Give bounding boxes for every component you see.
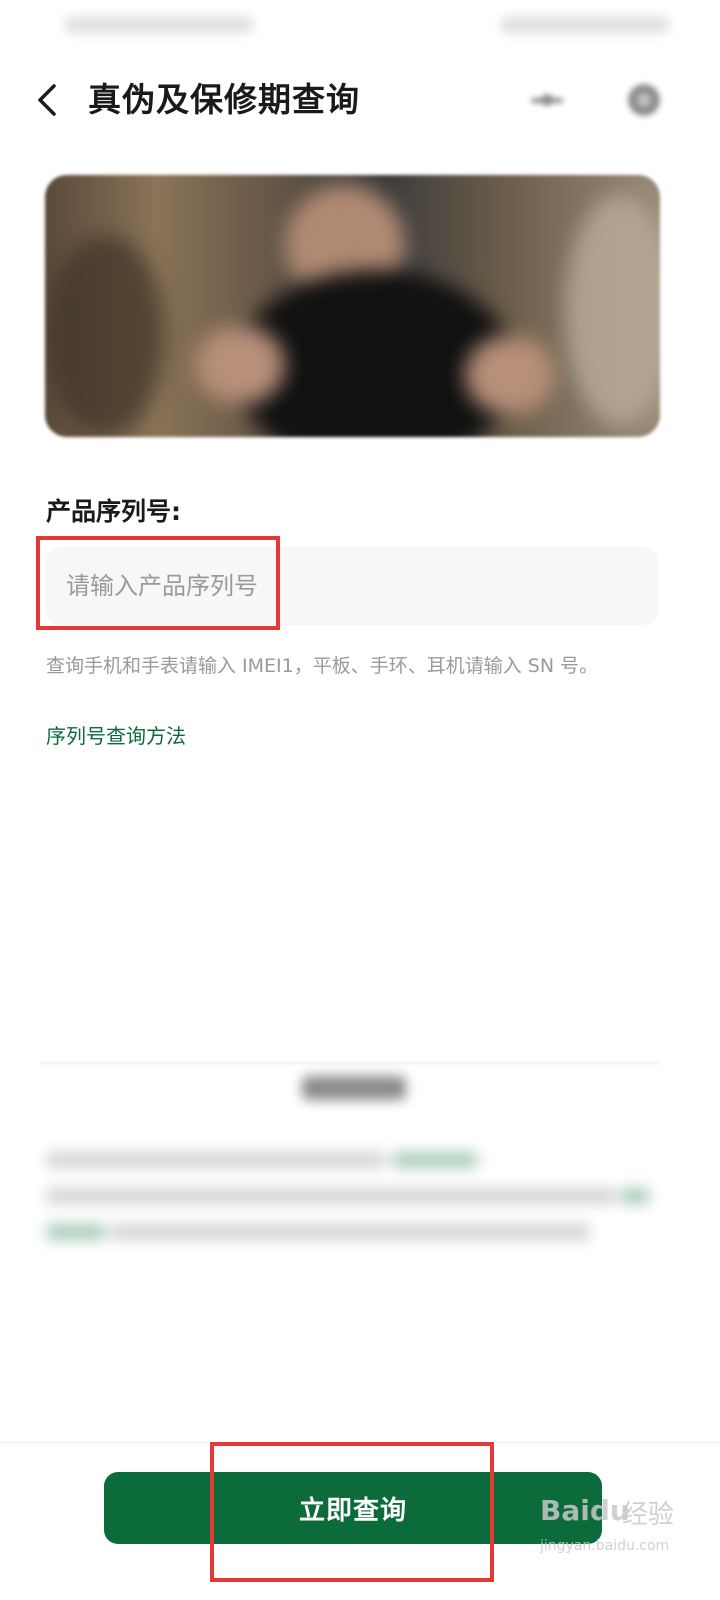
notice-line-blurred [110,1224,590,1240]
serial-hint-text: 查询手机和手表请输入 IMEI1，平板、手环、耳机请输入 SN 号。 [46,655,599,677]
section-divider [40,1062,660,1064]
notice-link-blurred [46,1224,106,1240]
carrier-status-blurred [64,16,254,34]
hero-banner-image [45,175,660,437]
query-now-button[interactable]: 立即查询 [104,1472,602,1544]
back-button[interactable] [24,78,68,122]
notice-line-blurred [46,1188,616,1204]
page-title: 真伪及保修期查询 [88,80,360,119]
chevron-left-icon [38,84,56,116]
more-icon [628,84,660,116]
app-header: 真伪及保修期查询 [0,60,720,140]
status-bar [0,0,720,52]
serial-number-input[interactable] [46,547,658,625]
page: 真伪及保修期查询 产品序列号: 查询手机和手表请输入 IMEI1，平板、手环、耳… [0,0,720,1600]
notice-link-blurred [620,1188,650,1204]
share-icon [531,94,563,106]
notice-link-blurred [392,1152,478,1168]
system-status-blurred [500,16,670,34]
notice-title-blurred [302,1076,406,1100]
notice-line-blurred [46,1152,386,1168]
more-button[interactable] [622,78,666,122]
serial-help-link[interactable]: 序列号查询方法 [46,720,186,752]
serial-number-label: 产品序列号: [46,497,181,526]
share-button[interactable] [525,78,569,122]
